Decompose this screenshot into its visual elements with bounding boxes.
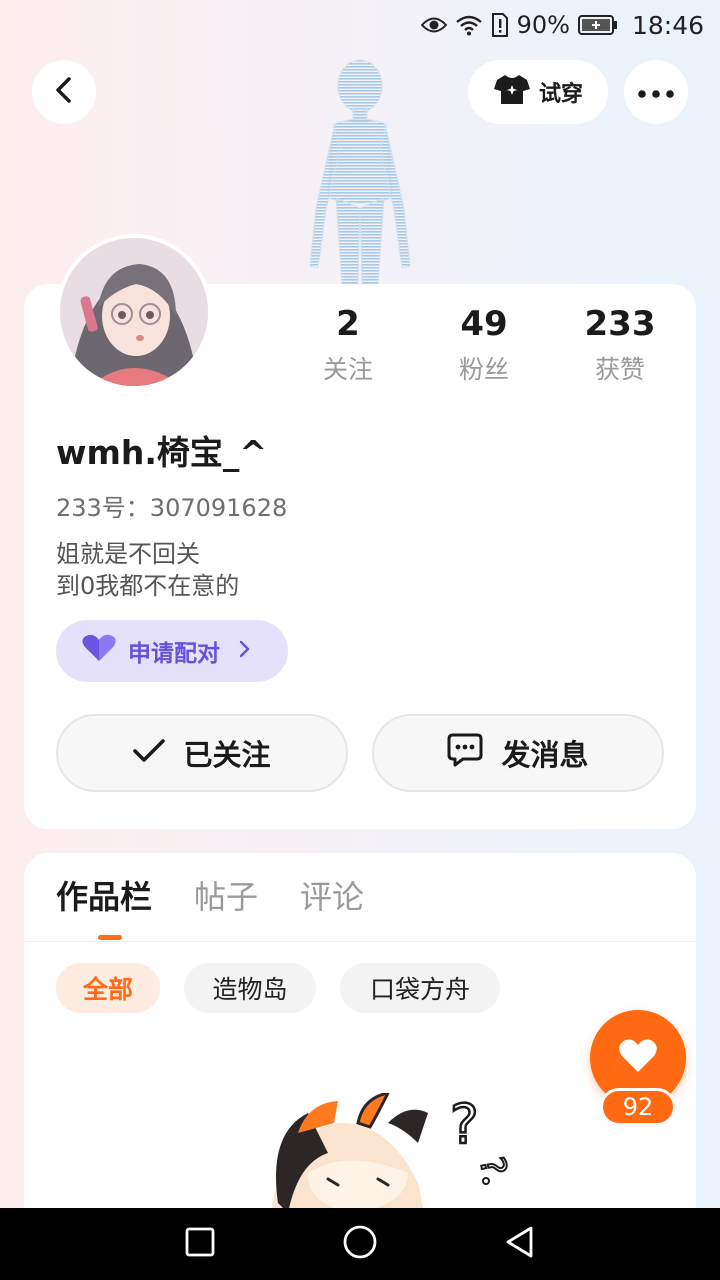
like-count: 92 xyxy=(600,1088,676,1126)
following-count: 2 xyxy=(336,304,360,344)
filter-pocket-ark[interactable]: 口袋方舟 xyxy=(340,963,500,1013)
recents-button[interactable] xyxy=(180,1224,220,1264)
triangle-back-icon xyxy=(505,1226,535,1262)
eye-icon xyxy=(420,15,447,35)
clock: 18:46 xyxy=(631,10,704,40)
likes-received-count: 233 xyxy=(584,304,656,344)
more-dots-icon xyxy=(638,83,674,102)
username: wmh.椅宝_^ xyxy=(56,433,268,472)
followers-label: 粉丝 xyxy=(458,355,509,384)
followers-count: 49 xyxy=(460,304,508,344)
try-on-button[interactable]: 试穿 xyxy=(468,60,608,124)
tab-indicator xyxy=(98,935,122,940)
status-icons: 90% 18:46 xyxy=(420,8,704,42)
bio-line-1: 姐就是不回关 xyxy=(56,540,200,568)
avatar-figure xyxy=(296,48,424,285)
heart-icon xyxy=(618,1038,658,1078)
filter-creation-island[interactable]: 造物岛 xyxy=(184,963,316,1013)
wifi-icon xyxy=(455,14,483,36)
stat-following[interactable]: 2 关注 xyxy=(288,302,408,386)
content-tabs: 作品栏 帖子 评论 xyxy=(56,875,364,919)
battery-icon xyxy=(577,14,618,36)
battery-percent: 90% xyxy=(516,11,570,39)
followed-label: 已关注 xyxy=(183,738,271,772)
svg-text:?: ? xyxy=(450,1093,479,1156)
sim-alert-icon xyxy=(491,13,509,37)
tshirt-icon xyxy=(493,73,531,111)
pair-request-button[interactable]: 申请配对 xyxy=(56,620,288,682)
chevron-right-icon xyxy=(238,638,250,664)
tab-divider xyxy=(24,941,696,942)
try-on-label: 试穿 xyxy=(538,82,583,107)
home-button[interactable] xyxy=(340,1224,380,1264)
following-label: 关注 xyxy=(322,355,373,384)
check-icon xyxy=(133,736,166,770)
avatar[interactable] xyxy=(56,234,212,390)
stat-followers[interactable]: 49 粉丝 xyxy=(424,302,544,386)
svg-text:?: ? xyxy=(471,1154,514,1179)
heart-icon xyxy=(82,634,116,668)
tab-posts[interactable]: 帖子 xyxy=(194,875,258,919)
bio: 姐就是不回关 到0我都不在意的 xyxy=(56,538,239,602)
more-button[interactable] xyxy=(624,60,688,124)
filter-all[interactable]: 全部 xyxy=(56,963,160,1013)
square-icon xyxy=(185,1227,215,1261)
tab-comments[interactable]: 评论 xyxy=(300,875,364,919)
send-message-label: 发消息 xyxy=(501,738,589,772)
send-message-button[interactable]: 发消息 xyxy=(372,714,664,792)
user-id: 233号：307091628 xyxy=(56,494,288,522)
back-nav-button[interactable] xyxy=(500,1224,540,1264)
back-arrow-icon xyxy=(52,76,76,108)
followed-button[interactable]: 已关注 xyxy=(56,714,348,792)
chat-bubble-icon xyxy=(447,733,483,774)
likes-received-label: 获赞 xyxy=(594,355,645,384)
pair-request-label: 申请配对 xyxy=(128,641,220,667)
navigation-bar xyxy=(0,1208,720,1280)
circle-icon xyxy=(343,1225,377,1263)
bio-line-2: 到0我都不在意的 xyxy=(56,572,240,600)
tab-works[interactable]: 作品栏 xyxy=(56,875,152,919)
back-button[interactable] xyxy=(32,60,96,124)
status-bar: 90% 18:46 xyxy=(0,0,720,50)
stat-likes[interactable]: 233 获赞 xyxy=(560,302,680,386)
